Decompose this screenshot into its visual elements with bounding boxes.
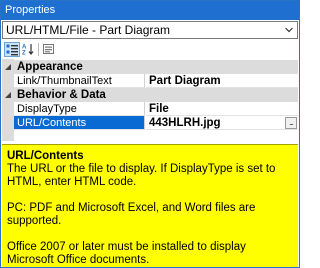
category-label: Appearance [17,61,83,73]
collapse-arrow-icon[interactable] [4,63,12,71]
categorized-view-button[interactable] [4,42,20,57]
property-value[interactable]: Part Diagram [146,74,298,88]
category-row-behavior-data[interactable]: Behavior & Data [2,88,298,102]
category-label: Behavior & Data [17,89,106,101]
property-toolbar: A Z [2,40,298,59]
property-grid: Appearance Link/ThumbnailText Part Diagr… [2,59,298,141]
help-note-pc: PC: PDF and Microsoft Excel, and Word fi… [7,202,256,227]
property-row-link-thumbnailtext[interactable]: Link/ThumbnailText Part Diagram [2,74,298,88]
alphabetical-view-button[interactable]: A Z [21,42,37,57]
help-title: URL/Contents [7,150,84,162]
property-pages-icon [43,44,54,54]
property-name[interactable]: Link/ThumbnailText [14,74,145,88]
object-selector-value: URL/HTML/File - Part Diagram [6,23,171,37]
property-value[interactable]: File [146,102,298,116]
browse-button[interactable]: ... [285,117,297,129]
property-value-input[interactable]: 443HLRH.jpg [146,116,298,130]
help-note-office: Office 2007 or later must be installed t… [7,241,246,266]
property-name[interactable]: URL/Contents [14,116,145,130]
sort-az-icon: A Z [22,44,34,56]
collapse-arrow-icon[interactable] [4,91,12,99]
toolbar-separator [38,43,39,56]
chevron-down-icon[interactable] [285,26,293,34]
property-name[interactable]: DisplayType [14,102,145,116]
window-title: Properties [1,1,299,20]
categorized-icon [6,44,18,56]
object-selector-dropdown[interactable]: URL/HTML/File - Part Diagram [2,21,298,39]
help-pane: URL/Contents The URL or the file to disp… [2,144,298,267]
property-row-url-contents[interactable]: URL/Contents 443HLRH.jpg ... [2,116,298,130]
category-row-appearance[interactable]: Appearance [2,60,298,74]
help-description: The URL or the file to display. If Displ… [7,163,276,188]
svg-text:Z: Z [22,51,26,56]
property-row-displaytype[interactable]: DisplayType File [2,102,298,116]
properties-window: Properties URL/HTML/File - Part Diagram … [0,0,300,268]
property-pages-button[interactable] [41,42,57,57]
